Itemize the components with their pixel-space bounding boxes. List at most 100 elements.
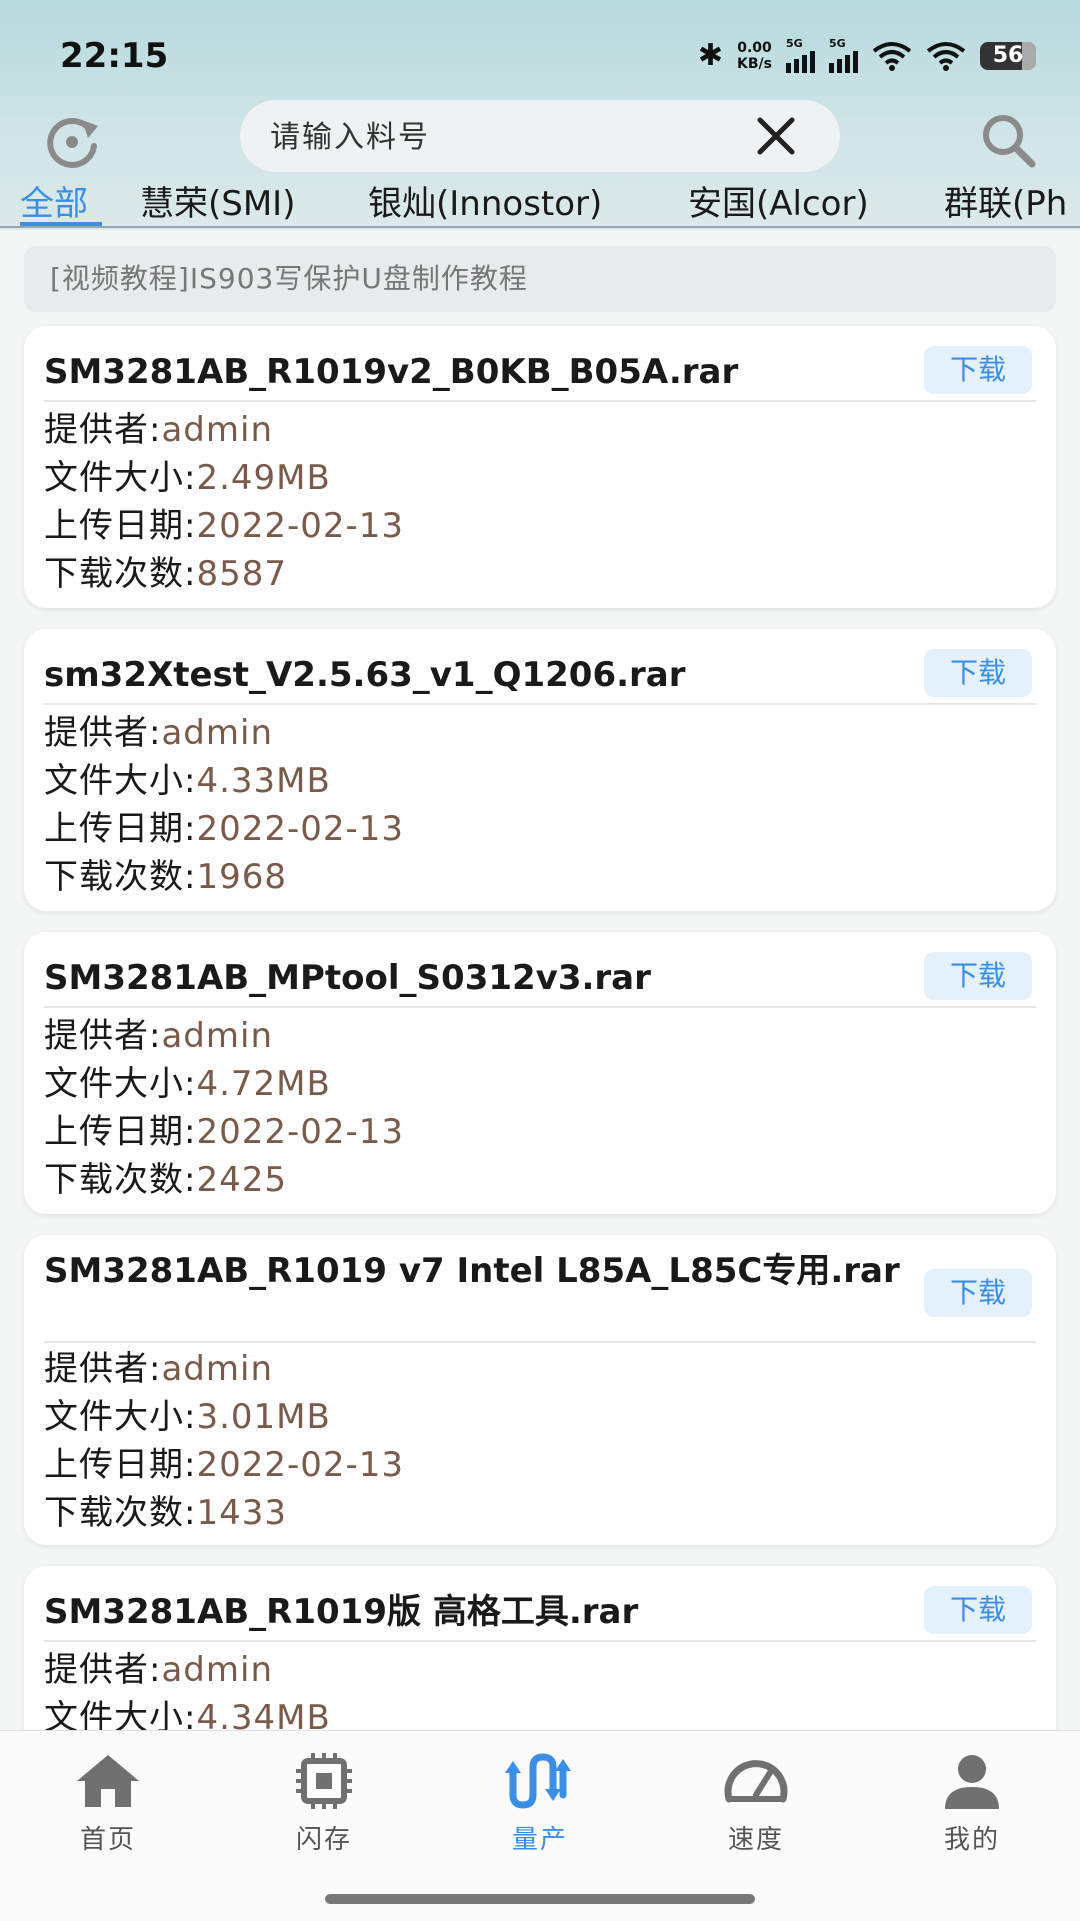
nav-speed-label: 速度 <box>727 1825 784 1855</box>
tab-innostor[interactable]: 银灿(Innostor) <box>368 176 602 225</box>
chip-icon <box>296 1753 352 1809</box>
size-label: 文件大小: <box>44 458 197 498</box>
provider-value: admin <box>161 410 274 450</box>
speedometer-icon <box>724 1760 788 1803</box>
battery-level: 56 <box>992 43 1024 68</box>
provider-label: 提供者: <box>44 1650 162 1690</box>
downloads-row: 下载次数:1968 <box>44 853 287 901</box>
downloads-value: 2425 <box>196 1160 287 1200</box>
downloads-label: 下载次数: <box>44 554 197 594</box>
home-icon <box>77 1755 139 1807</box>
file-name: SM3281AB_R1019v2_B0KB_B05A.rar <box>44 352 739 392</box>
tabs-divider <box>0 226 1080 228</box>
download-button[interactable]: 下载 <box>924 952 1032 1000</box>
signal-icon-sim1: 5G <box>786 37 815 73</box>
file-card[interactable]: sm32Xtest_V2.5.63_v1_Q1206.rar 下载 提供者:ad… <box>24 629 1056 911</box>
nav-flash[interactable]: 闪存 <box>254 1751 394 1856</box>
wifi-icon <box>872 41 912 71</box>
file-name: SM3281AB_R1019 v7 Intel L85A_L85C专用.rar <box>44 1251 900 1291</box>
date-label: 上传日期: <box>44 1112 197 1152</box>
provider-value: admin <box>161 713 274 753</box>
status-icons: ✱ 0.00 KB/s 5G 5G 56 <box>697 36 1036 73</box>
size-value: 4.33MB <box>196 761 331 801</box>
provider-row: 提供者:admin <box>44 406 273 454</box>
size-value: 4.72MB <box>196 1064 331 1104</box>
download-button[interactable]: 下载 <box>924 649 1032 697</box>
date-row: 上传日期:2022-02-13 <box>44 1441 404 1489</box>
nav-flash-label: 闪存 <box>295 1825 352 1855</box>
downloads-value: 8587 <box>196 554 287 594</box>
size-value: 2.49MB <box>196 458 331 498</box>
size-row: 文件大小:4.33MB <box>44 757 331 805</box>
nav-mass-production-label: 量产 <box>511 1825 568 1855</box>
file-name: SM3281AB_MPtool_S0312v3.rar <box>44 958 651 998</box>
file-card[interactable]: SM3281AB_R1019 v7 Intel L85A_L85C专用.rar … <box>24 1235 1056 1545</box>
tab-alcor[interactable]: 安国(Alcor) <box>688 176 869 225</box>
provider-row: 提供者:admin <box>44 1345 273 1393</box>
mass-production-icon <box>505 1753 571 1809</box>
clear-icon[interactable] <box>754 114 798 158</box>
downloads-row: 下载次数:2425 <box>44 1156 287 1204</box>
provider-row: 提供者:admin <box>44 1646 273 1694</box>
size-label: 文件大小: <box>44 761 197 801</box>
file-name: sm32Xtest_V2.5.63_v1_Q1206.rar <box>44 655 686 695</box>
card-divider <box>44 1341 1036 1343</box>
provider-label: 提供者: <box>44 1349 162 1389</box>
provider-label: 提供者: <box>44 713 162 753</box>
size-row: 文件大小:2.49MB <box>44 454 331 502</box>
network-speed-value: 0.00 <box>737 39 772 56</box>
size-row: 文件大小:4.72MB <box>44 1060 331 1108</box>
date-value: 2022-02-13 <box>196 1112 405 1152</box>
nav-speed[interactable]: 速度 <box>686 1751 826 1856</box>
network-speed-unit: KB/s <box>737 55 772 72</box>
tutorial-notice[interactable]: [视频教程]IS903写保护U盘制作教程 <box>24 246 1056 312</box>
tab-smi[interactable]: 慧荣(SMI) <box>140 176 295 225</box>
nav-home[interactable]: 首页 <box>38 1751 178 1856</box>
bluetooth-icon: ✱ <box>697 38 724 73</box>
network-speed: 0.00 KB/s <box>737 40 772 72</box>
date-row: 上传日期:2022-02-13 <box>44 1108 404 1156</box>
tab-all[interactable]: 全部 <box>20 176 88 225</box>
card-divider <box>44 400 1036 402</box>
file-card[interactable]: SM3281AB_R1019v2_B0KB_B05A.rar 下载 提供者:ad… <box>24 326 1056 608</box>
download-button[interactable]: 下载 <box>924 1586 1032 1634</box>
provider-row: 提供者:admin <box>44 1012 273 1060</box>
date-value: 2022-02-13 <box>196 506 405 546</box>
date-label: 上传日期: <box>44 809 197 849</box>
provider-label: 提供者: <box>44 1016 162 1056</box>
card-divider <box>44 1006 1036 1008</box>
bottom-nav: 首页 闪存 量产 速度 我的 <box>0 1730 1080 1921</box>
file-card[interactable]: SM3281AB_MPtool_S0312v3.rar 下载 提供者:admin… <box>24 932 1056 1214</box>
card-divider <box>44 703 1036 705</box>
date-value: 2022-02-13 <box>196 1445 405 1485</box>
refresh-icon[interactable] <box>40 110 104 174</box>
status-time: 22:15 <box>60 36 169 76</box>
download-button[interactable]: 下载 <box>924 1269 1032 1317</box>
nav-profile[interactable]: 我的 <box>902 1751 1042 1856</box>
category-tabs: 全部 慧荣(SMI) 银灿(Innostor) 安国(Alcor) 群联(Ph <box>0 176 1080 228</box>
search-icon[interactable] <box>978 110 1038 170</box>
wifi-icon-2 <box>926 41 966 71</box>
size-value: 3.01MB <box>196 1397 331 1437</box>
search-input[interactable] <box>268 100 712 174</box>
provider-value: admin <box>161 1650 274 1690</box>
downloads-label: 下载次数: <box>44 1160 197 1200</box>
home-indicator[interactable] <box>325 1894 755 1904</box>
file-name: SM3281AB_R1019版 高格工具.rar <box>44 1592 639 1632</box>
size-row: 文件大小:3.01MB <box>44 1393 331 1441</box>
provider-value: admin <box>161 1349 274 1389</box>
nav-mass-production[interactable]: 量产 <box>470 1751 610 1856</box>
download-button[interactable]: 下载 <box>924 346 1032 394</box>
battery-icon: 56 <box>980 41 1036 70</box>
search-box <box>240 100 840 174</box>
provider-row: 提供者:admin <box>44 709 273 757</box>
downloads-value: 1433 <box>196 1493 287 1533</box>
sim2-label: 5G <box>829 36 846 50</box>
size-label: 文件大小: <box>44 1064 197 1104</box>
tab-phison[interactable]: 群联(Ph <box>944 176 1067 225</box>
size-label: 文件大小: <box>44 1397 197 1437</box>
downloads-label: 下载次数: <box>44 1493 197 1533</box>
provider-label: 提供者: <box>44 410 162 450</box>
downloads-row: 下载次数:1433 <box>44 1489 287 1537</box>
person-icon <box>945 1755 999 1809</box>
